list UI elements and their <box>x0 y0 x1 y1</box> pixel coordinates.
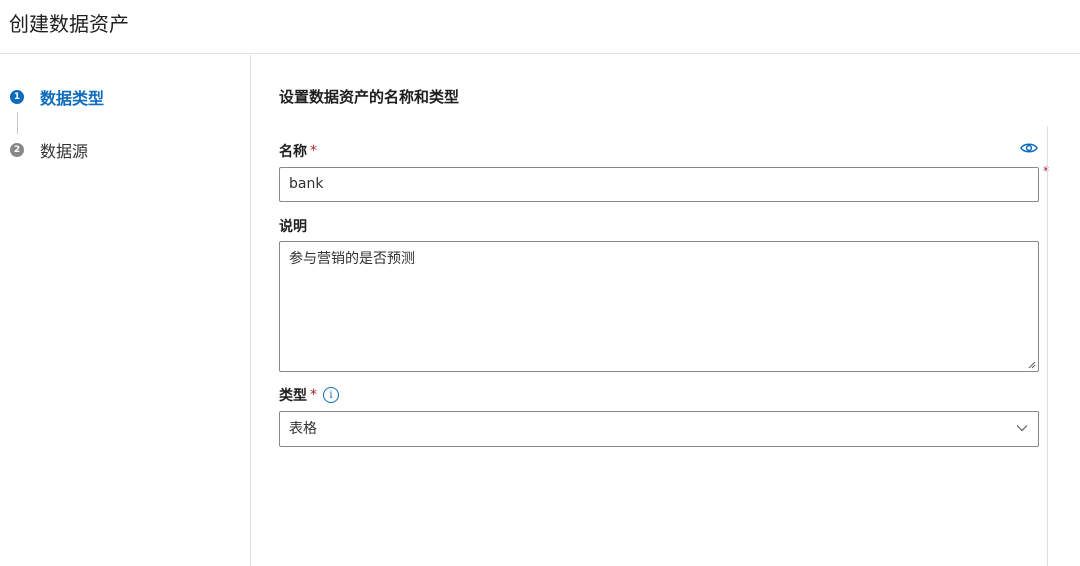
resize-grip-icon[interactable] <box>1028 361 1036 369</box>
description-label: 说明 <box>279 216 307 236</box>
step-label-data-source: 数据源 <box>40 142 89 161</box>
step-number-badge: 1 <box>10 90 24 104</box>
step-number-badge: 2 <box>10 143 24 157</box>
name-label: 名称 * <box>279 141 317 161</box>
type-label: 类型 * i <box>279 385 339 405</box>
page-title: 创建数据资产 <box>9 12 129 36</box>
step-connector <box>17 112 18 134</box>
name-input[interactable]: bank <box>279 167 1039 202</box>
required-marker: * <box>310 143 317 159</box>
chevron-down-icon <box>1016 425 1028 432</box>
eye-icon[interactable] <box>1020 142 1038 154</box>
type-dropdown[interactable]: 表格 <box>279 411 1039 447</box>
step-label-data-type: 数据类型 <box>40 89 105 108</box>
name-label-text: 名称 <box>279 144 307 160</box>
description-textarea[interactable]: 参与营销的是否预测 <box>279 241 1039 372</box>
type-label-text: 类型 <box>279 388 307 404</box>
description-value: 参与营销的是否预测 <box>289 251 415 267</box>
page-header: 创建数据资产 <box>0 0 1080 54</box>
step-data-type[interactable]: 1 数据类型 <box>10 86 104 108</box>
required-marker: * <box>310 387 317 403</box>
info-icon[interactable]: i <box>323 387 339 403</box>
wizard-steps-sidebar <box>0 55 251 566</box>
required-marker: * <box>1043 164 1049 178</box>
step-data-source[interactable]: 2 数据源 <box>10 139 88 161</box>
type-selected-value: 表格 <box>289 421 317 437</box>
description-label-text: 说明 <box>279 219 307 235</box>
section-title: 设置数据资产的名称和类型 <box>279 88 460 106</box>
scrollbar-track[interactable] <box>1047 126 1048 566</box>
